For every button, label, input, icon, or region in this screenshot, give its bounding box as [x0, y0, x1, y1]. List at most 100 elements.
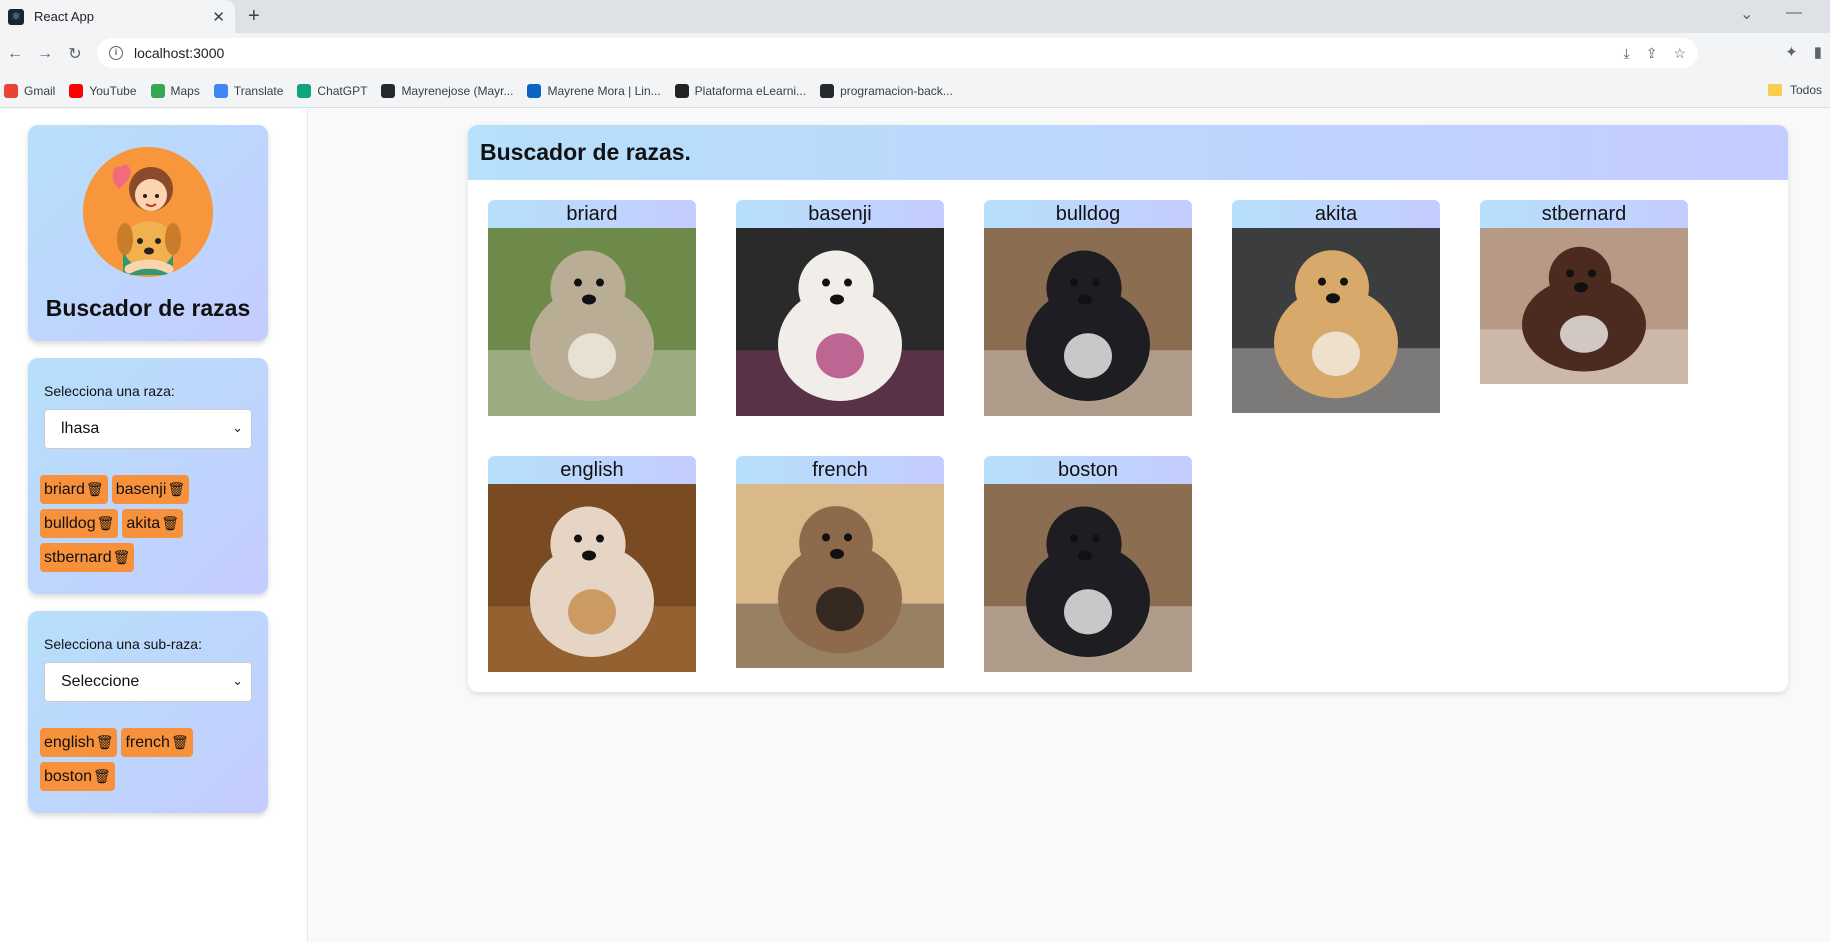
- bookmark-favicon-icon: [527, 83, 542, 98]
- bookmark-favicon-icon: [213, 83, 228, 98]
- results-panel: Buscador de razas. briard basenji bulldog a…: [468, 125, 1788, 692]
- trash-icon[interactable]: 🗑: [93, 768, 111, 785]
- bookmark-item[interactable]: programacion-back...: [820, 83, 953, 98]
- breed-chip: basenji 🗑: [111, 475, 190, 504]
- chevron-down-icon: ⌄: [232, 420, 243, 435]
- breed-chip: french 🗑: [121, 728, 193, 757]
- avatar: [83, 147, 213, 277]
- bookmarks-bar: Gmail YouTube Maps Translate ChatGPT Mayrenej…: [0, 74, 1830, 108]
- bookmark-favicon-icon: [297, 83, 312, 98]
- dog-card: stbernard: [1480, 200, 1688, 384]
- share-icon[interactable]: ⇪: [1646, 45, 1658, 62]
- bookmark-item[interactable]: YouTube: [69, 83, 137, 98]
- bookmark-item[interactable]: Gmail: [4, 83, 56, 98]
- sidebar: Buscador de razas Selecciona una raza: l…: [0, 109, 308, 942]
- subbreed-chips: english 🗑 french 🗑 boston 🗑: [40, 728, 260, 791]
- minimize-window-icon[interactable]: —: [1786, 4, 1802, 22]
- dog-card: briard: [488, 200, 696, 416]
- reload-icon[interactable]: ↻: [60, 44, 90, 64]
- dog-photo: [984, 228, 1192, 416]
- bookmark-favicon-icon: [674, 83, 689, 98]
- new-tab-button[interactable]: +: [248, 5, 260, 28]
- trash-icon[interactable]: 🗑: [161, 515, 179, 532]
- breed-chips: briard 🗑 basenji 🗑 bulldog 🗑 akita 🗑 stbernard 🗑: [40, 475, 260, 572]
- chip-label: basenji: [115, 480, 167, 498]
- chip-label: bulldog: [44, 514, 96, 532]
- profile-card: Buscador de razas: [28, 125, 268, 341]
- trash-icon[interactable]: 🗑: [96, 734, 114, 751]
- app-page: Buscador de razas Selecciona una raza: l…: [0, 109, 1830, 942]
- folder-icon: [1767, 84, 1782, 96]
- breed-chip: stbernard 🗑: [40, 543, 135, 572]
- subbreed-select-card: Selecciona una sub-raza: Seleccione ⌄ en…: [28, 611, 268, 813]
- subbreed-select-value: Seleccione: [61, 673, 140, 690]
- bookmark-label: Plataforma eLearni...: [694, 83, 807, 98]
- trash-icon[interactable]: 🗑: [167, 481, 185, 498]
- trash-icon[interactable]: 🗑: [86, 481, 104, 498]
- chip-label: briard: [44, 480, 85, 498]
- bookmark-favicon-icon: [381, 83, 396, 98]
- dog-photo: [1480, 228, 1688, 384]
- dog-photo: [1232, 228, 1440, 413]
- bookmark-item[interactable]: ChatGPT: [297, 83, 368, 98]
- tab-title: React App: [34, 9, 94, 24]
- trash-icon[interactable]: 🗑: [171, 734, 189, 751]
- forward-icon[interactable]: →: [30, 45, 60, 63]
- dog-card-title: briard: [488, 200, 696, 228]
- breed-select-value: lhasa: [61, 420, 100, 437]
- chip-label: english: [44, 733, 95, 751]
- trash-icon[interactable]: 🗑: [97, 515, 115, 532]
- dog-card-title: bulldog: [984, 200, 1192, 228]
- bookmark-item[interactable]: Mayrene Mora | Lin...: [527, 83, 661, 98]
- chip-label: french: [125, 733, 170, 751]
- subbreed-select[interactable]: Seleccione ⌄: [44, 662, 252, 702]
- side-panel-icon[interactable]: ▮: [1814, 43, 1822, 61]
- dog-photo: [736, 484, 944, 668]
- browser-tab[interactable]: ⚛ React App ✕: [0, 0, 235, 33]
- bookmark-item[interactable]: Plataforma eLearni...: [674, 83, 807, 98]
- dog-card-title: akita: [1232, 200, 1440, 228]
- bookmark-label: programacion-back...: [840, 83, 953, 98]
- bookmark-favicon-icon: [4, 83, 18, 98]
- dog-photo: [736, 228, 944, 416]
- trash-icon[interactable]: 🗑: [113, 549, 131, 566]
- dog-card-title: boston: [984, 456, 1192, 484]
- address-bar[interactable]: i localhost:3000 ⤓ ⇪ ☆: [97, 38, 1698, 68]
- chip-label: stbernard: [44, 548, 112, 566]
- dog-card: bulldog: [984, 200, 1192, 416]
- chip-label: boston: [44, 767, 93, 785]
- bookmark-star-icon[interactable]: ☆: [1673, 45, 1686, 62]
- bookmark-label: Mayrene Mora | Lin...: [547, 83, 661, 98]
- install-app-icon[interactable]: ⤓: [1624, 45, 1630, 62]
- dog-card: french: [736, 456, 944, 668]
- breed-select[interactable]: lhasa ⌄: [44, 409, 252, 449]
- dog-card: akita: [1232, 200, 1440, 413]
- site-info-icon[interactable]: i: [109, 46, 123, 60]
- folder-label: Todos: [1789, 83, 1822, 97]
- breed-chip: bulldog 🗑: [40, 509, 119, 538]
- bookmark-label: YouTube: [89, 83, 137, 98]
- all-bookmarks-folder[interactable]: Todos: [1767, 83, 1822, 97]
- chip-label: akita: [126, 514, 161, 532]
- bookmark-item[interactable]: Translate: [213, 83, 284, 98]
- bookmark-item[interactable]: Maps: [150, 83, 200, 98]
- back-icon[interactable]: ←: [0, 45, 30, 63]
- dog-card-title: stbernard: [1480, 200, 1688, 228]
- tab-search-chevron-icon[interactable]: ⌄: [1740, 4, 1753, 24]
- dog-card-title: basenji: [736, 200, 944, 228]
- breed-select-label: Selecciona una raza:: [44, 383, 175, 399]
- breed-chip: english 🗑: [40, 728, 118, 757]
- chevron-down-icon: ⌄: [232, 673, 243, 688]
- dog-card-title: english: [488, 456, 696, 484]
- profile-title: Buscador de razas: [45, 295, 251, 321]
- extensions-puzzle-icon[interactable]: ✦: [1785, 43, 1798, 61]
- bookmark-label: Gmail: [24, 83, 56, 98]
- close-tab-icon[interactable]: ✕: [212, 8, 225, 26]
- girl-with-dog-icon: [83, 147, 213, 277]
- bookmark-item[interactable]: Mayrenejose (Mayr...: [381, 83, 513, 98]
- breed-select-card: Selecciona una raza: lhasa ⌄ briard 🗑 base…: [28, 358, 268, 594]
- bookmark-favicon-icon: [150, 83, 165, 98]
- bookmark-label: ChatGPT: [317, 83, 368, 98]
- bookmark-label: Translate: [233, 83, 284, 98]
- dog-photo: [488, 228, 696, 416]
